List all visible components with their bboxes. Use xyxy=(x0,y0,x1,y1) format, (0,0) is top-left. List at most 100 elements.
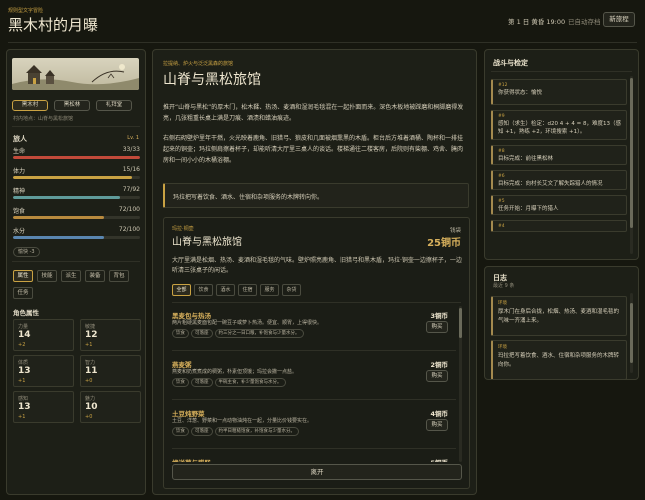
attribute-name: 力量 xyxy=(18,324,29,330)
shop-item-tag: 可落座 xyxy=(191,427,213,436)
attribute-card: 感知 13 +1 xyxy=(13,391,74,423)
log-entry-number: #6 xyxy=(498,174,505,179)
journal-entry: 环境厚木门在身后合拢，松烟、热汤、麦酒和湿毛毯的气味一齐涌上来。 xyxy=(491,296,627,336)
attributes-grid: 力量 14 +2 敏捷 12 +1 体质 13 +1 智力 11 +0 感知 13 +1 魅力 10 +0 xyxy=(13,319,141,429)
tab-quests[interactable]: 任务 xyxy=(13,287,33,299)
tab-attributes[interactable]: 属性 xyxy=(13,270,33,282)
shop-item-tags: 饮食 可落座 约半日粗糙饱食，补饱食与少量水分。 xyxy=(172,427,412,436)
attribute-name: 魅力 xyxy=(85,396,96,402)
stat-bar-fill xyxy=(13,236,105,239)
shop-filter-button[interactable]: 杂货 xyxy=(282,284,301,296)
shop-item-price: 4铜币 xyxy=(430,410,448,418)
status-badge: 愉快 -3 xyxy=(13,247,40,257)
shop-filter-button[interactable]: 全部 xyxy=(172,284,191,296)
location-button-blackpine[interactable]: 黑松林 xyxy=(54,100,90,111)
stat-label: 精神 xyxy=(13,188,26,195)
shop-item: 烤洋葱与腊肠5铜币购买 xyxy=(172,453,456,462)
tab-equipment[interactable]: 装备 xyxy=(85,270,105,282)
coin-count: 25铜币 xyxy=(427,238,461,249)
log-entry: #8 目标完成：前往黑松林 xyxy=(491,145,627,165)
shop-item-tag: 半碗主食，补少量饱食与水分。 xyxy=(214,378,286,387)
scrollbar[interactable] xyxy=(630,293,633,373)
shop-item-description: 燕麦和奶煮煮成的稠粥，朴素但顶饿；玛拉会撒一点盐。 xyxy=(172,369,298,375)
log-entry-text: 感知（求生）检定：d20 4 + 4 = 8，难度13（感知 +1，熟练 +2，… xyxy=(498,121,621,135)
buy-button[interactable]: 购买 xyxy=(426,370,448,382)
log-entry: #6 目标完成：向村长艾文了解失踪猎人的情况 xyxy=(491,170,627,190)
combat-log-list: #12 你获得状态：愉悦 #9 感知（求生）检定：d20 4 + 4 = 8，难度13… xyxy=(491,74,627,258)
section-divider xyxy=(491,71,632,72)
stat-bar xyxy=(13,156,140,159)
scene-note-text: 玛拉把写着饮食、酒水、住宿和杂项服务的木牌转向你。 xyxy=(173,194,324,201)
log-entry: #12 你获得状态：愉悦 xyxy=(491,79,627,105)
location-button-blackwood[interactable]: 黑木村 xyxy=(12,100,48,111)
shop-item-tag: 可落座 xyxy=(191,329,213,338)
attribute-card: 力量 14 +2 xyxy=(13,319,74,351)
stat-value: 15/16 xyxy=(122,166,140,173)
shop-item-tag: 饮食 xyxy=(172,329,189,338)
section-divider xyxy=(12,126,140,127)
journal-entry-tag: 环境 xyxy=(498,301,507,306)
section-divider xyxy=(12,261,140,262)
attribute-card: 魅力 10 +0 xyxy=(80,391,141,423)
attribute-card: 智力 11 +0 xyxy=(80,355,141,387)
buy-button[interactable]: 购买 xyxy=(426,419,448,431)
attribute-modifier: +1 xyxy=(18,414,26,420)
shop-item-price: 2铜币 xyxy=(430,361,448,369)
stat-bar xyxy=(13,216,140,219)
shop-kicker: 玛拉·铜壶 xyxy=(172,226,194,232)
shop-item-tag: 约三分之一日口粮，补饱食与少量水分。 xyxy=(214,329,304,338)
log-entry-text: 目标完成：前往黑松林 xyxy=(498,156,554,162)
journal-panel: 日志 最近 9 条 环境 厚木门在身后合拢，松烟、热汤、麦酒和湿毛毯的气味一齐涌上… xyxy=(484,266,639,380)
tab-derived[interactable]: 派生 xyxy=(61,270,81,282)
attribute-modifier: +0 xyxy=(85,414,93,420)
combat-log-panel: 战斗与检定 #12 你获得状态：愉悦 #9 感知（求生）检定：d20 4 + 4 = … xyxy=(484,49,639,260)
stat-value: 72/100 xyxy=(118,226,140,233)
shop-items-list: 黑麦包与热汤 3铜币 两片粗硬黑麦面包配一碗豆子或萝卜热汤。便宜、顺胃，上得很快。饮… xyxy=(172,306,462,462)
journal-entry-text: 厚木门在身后合拢，松烟、热汤、麦酒和湿毛毯的气味一齐涌上来。 xyxy=(498,309,620,324)
scene-paragraph: 右侧石砌壁炉里年干燃，火光映着鹿角、旧猎弓、狼皮和几面被烟熏黑的木盾。柜台后方堆… xyxy=(163,135,464,164)
scene-kicker: 拉提纳、炉火与泛泛黑森的旅馆 xyxy=(163,61,234,67)
shop-item-price: 5铜币 xyxy=(430,457,448,462)
shop-item: 土豆炖野菜 4铜币 土豆、洋葱、野菜和一点动物油炖在一起，分量比价钱要实在。 饮食 可落… xyxy=(172,404,456,449)
stat-value: 72/100 xyxy=(118,206,140,213)
attribute-modifier: +1 xyxy=(85,342,93,348)
shop-panel: 玛拉·铜壶 山脊与黑松旅馆 钱袋 25铜币 大厅里满是松烟、热汤、麦酒和湿毛毯的… xyxy=(163,217,470,489)
shop-item-tags: 饮食 可落座 半碗主食，补少量饱食与水分。 xyxy=(172,378,412,387)
section-divider xyxy=(172,302,461,303)
stat-bar xyxy=(13,176,140,179)
shop-filter-button[interactable]: 住宿 xyxy=(238,284,257,296)
shop-filter-button[interactable]: 服务 xyxy=(260,284,279,296)
shop-filter-button[interactable]: 饮食 xyxy=(194,284,213,296)
stat-bar xyxy=(13,196,140,199)
shop-filter-button[interactable]: 酒水 xyxy=(216,284,235,296)
log-entry: #4 xyxy=(491,220,627,232)
attribute-modifier: +2 xyxy=(18,342,26,348)
shop-name: 山脊与黑松旅馆 xyxy=(172,237,242,248)
scene-paragraph: 推开“山脊与黑松”的厚木门，松木鞣、热汤、麦酒和湿润毛毯混在一起扑面而来。深色木… xyxy=(163,104,464,122)
time-status: 第 1 日 黄昏 19:00 xyxy=(508,18,566,26)
journal-count: 最近 9 条 xyxy=(493,283,515,289)
location-button-chapel[interactable]: 礼拜堂 xyxy=(96,100,132,111)
scrollbar[interactable] xyxy=(459,306,462,462)
scene-title: 山脊与黑松旅馆 xyxy=(163,72,261,88)
stat-value: 77/92 xyxy=(122,186,140,193)
tab-skills[interactable]: 技能 xyxy=(37,270,57,282)
buy-button[interactable]: 购买 xyxy=(426,321,448,333)
stat-label: 体力 xyxy=(13,168,26,175)
player-level: Lv. 1 xyxy=(127,135,139,141)
tab-inventory[interactable]: 背包 xyxy=(109,270,129,282)
attribute-value: 13 xyxy=(18,402,31,412)
new-game-button[interactable]: 新旅程 xyxy=(603,12,635,27)
attribute-value: 10 xyxy=(85,402,98,412)
shop-item-description: 两片粗硬黑麦面包配一碗豆子或萝卜热汤。便宜、顺胃，上得很快。 xyxy=(172,320,323,326)
shop-item-name: 烤洋葱与腊肠 xyxy=(172,457,211,462)
log-entry-number: #8 xyxy=(498,149,505,154)
attribute-modifier: +0 xyxy=(85,378,93,384)
leave-button[interactable]: 离开 xyxy=(172,464,462,480)
attribute-value: 14 xyxy=(18,330,31,340)
scrollbar[interactable] xyxy=(630,76,633,254)
log-entry: #5 任务开始：月曝下的猎人 xyxy=(491,195,627,215)
shop-item: 燕麦粥 2铜币 燕麦和奶煮煮成的稠粥，朴素但顶饿；玛拉会撒一点盐。 饮食 可落座 半碗主食… xyxy=(172,355,456,400)
shop-item-tag: 可落座 xyxy=(191,378,213,387)
shop-item-tag: 饮食 xyxy=(172,378,189,387)
